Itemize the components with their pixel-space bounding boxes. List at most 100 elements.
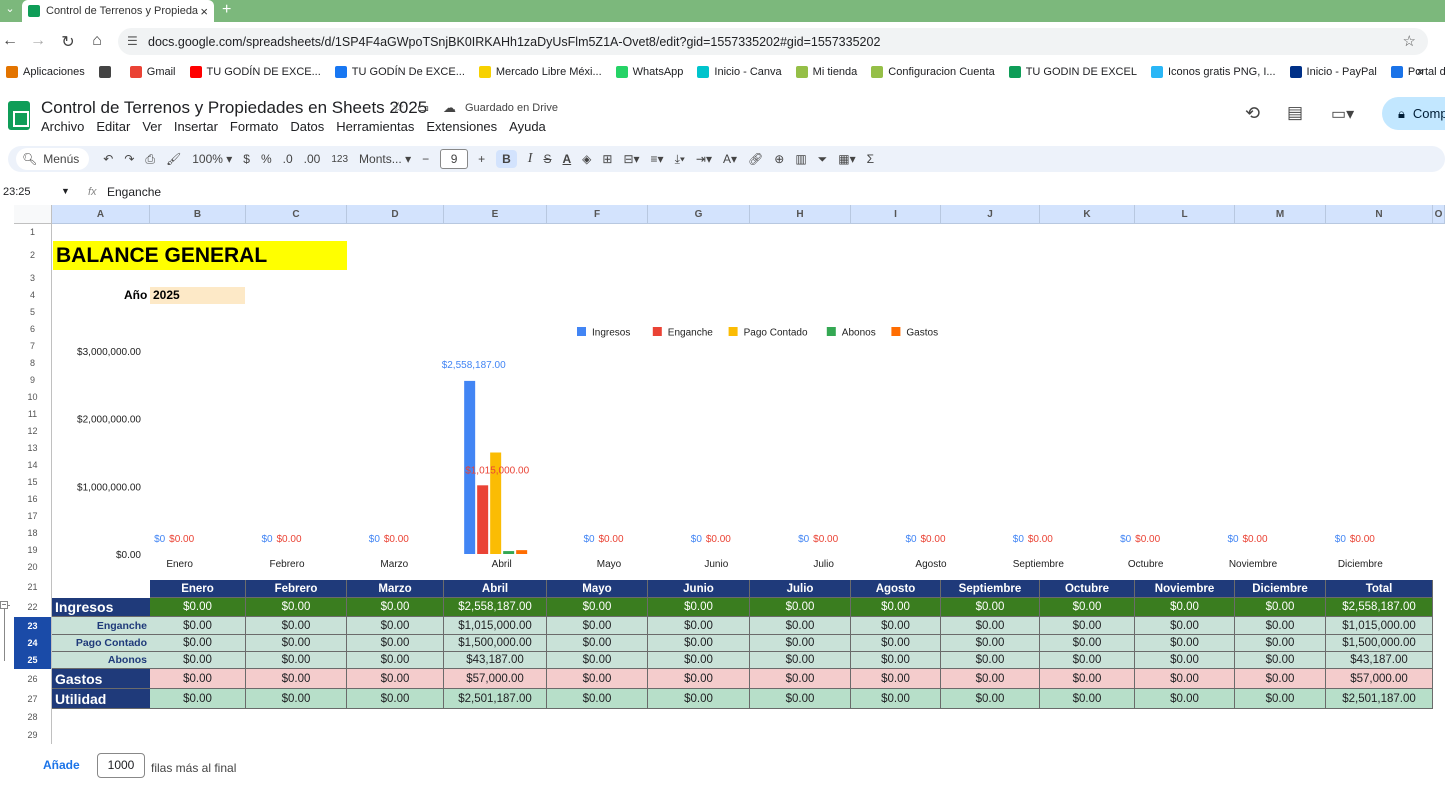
- decrease-font-size-icon[interactable]: −: [422, 152, 429, 166]
- column-header-h[interactable]: H: [750, 205, 851, 224]
- table-cell[interactable]: $1,500,000.00: [444, 635, 547, 652]
- table-cell[interactable]: $0.00: [1235, 617, 1326, 635]
- text-rotation-icon[interactable]: A▾: [723, 152, 737, 166]
- table-cell[interactable]: $0.00: [941, 635, 1040, 652]
- table-cell[interactable]: $0.00: [246, 617, 347, 635]
- percent-format-button[interactable]: %: [261, 152, 272, 166]
- row-header-20[interactable]: 20: [14, 559, 52, 576]
- table-header[interactable]: Abril: [444, 580, 547, 598]
- functions-icon[interactable]: Σ: [867, 152, 874, 166]
- print-icon[interactable]: ⎙: [145, 152, 155, 167]
- column-header-b[interactable]: B: [150, 205, 246, 224]
- table-cell[interactable]: $0.00: [347, 635, 444, 652]
- table-cell[interactable]: $0.00: [1040, 598, 1135, 617]
- column-header-m[interactable]: M: [1235, 205, 1326, 224]
- table-cell[interactable]: $0.00: [150, 617, 246, 635]
- increase-font-size-icon[interactable]: +: [478, 152, 485, 166]
- table-cell[interactable]: $0.00: [150, 598, 246, 617]
- column-header-f[interactable]: F: [547, 205, 648, 224]
- row-header-27[interactable]: 27: [14, 689, 52, 709]
- table-cell[interactable]: $0.00: [851, 652, 941, 669]
- menus-search[interactable]: 🔍︎ Menús: [16, 148, 90, 170]
- table-cell[interactable]: $43,187.00: [444, 652, 547, 669]
- table-cell[interactable]: $0.00: [246, 635, 347, 652]
- table-cell[interactable]: $0.00: [851, 598, 941, 617]
- row-header-26[interactable]: 26: [14, 669, 52, 689]
- table-cell[interactable]: $2,501,187.00: [444, 689, 547, 709]
- table-cell[interactable]: $0.00: [547, 635, 648, 652]
- table-cell[interactable]: $2,501,187.00: [1326, 689, 1433, 709]
- bookmarks-more-icon[interactable]: »: [1417, 64, 1424, 78]
- table-cell[interactable]: $0.00: [1040, 652, 1135, 669]
- table-header[interactable]: Septiembre: [941, 580, 1040, 598]
- table-cell[interactable]: $0.00: [1040, 689, 1135, 709]
- row-header-1[interactable]: 1: [14, 224, 52, 241]
- column-header-c[interactable]: C: [246, 205, 347, 224]
- table-cell[interactable]: $0.00: [1135, 652, 1235, 669]
- bookmark-star-icon[interactable]: ☆: [1403, 32, 1416, 50]
- bookmark-item[interactable]: WhatsApp: [615, 66, 683, 78]
- table-cell[interactable]: $0.00: [1135, 635, 1235, 652]
- row-header-4[interactable]: 4: [14, 287, 52, 304]
- table-cell[interactable]: $0.00: [750, 669, 851, 689]
- table-cell[interactable]: $0.00: [851, 617, 941, 635]
- increase-decimal-button[interactable]: .00: [304, 152, 321, 166]
- formula-input[interactable]: Enganche: [107, 185, 161, 199]
- table-cell[interactable]: $0.00: [246, 669, 347, 689]
- column-header-k[interactable]: K: [1040, 205, 1135, 224]
- vertical-align-icon[interactable]: ⤓▾: [675, 152, 685, 167]
- comments-icon[interactable]: ▤: [1287, 103, 1303, 123]
- row-header-7[interactable]: 7: [14, 338, 52, 355]
- filter-icon[interactable]: ⏷: [818, 152, 828, 167]
- table-cell[interactable]: $0.00: [1235, 652, 1326, 669]
- table-cell[interactable]: $0.00: [347, 598, 444, 617]
- menu-ayuda[interactable]: Ayuda: [509, 119, 546, 134]
- table-cell[interactable]: $0.00: [750, 652, 851, 669]
- row-header-14[interactable]: 14: [14, 457, 52, 474]
- version-history-icon[interactable]: ⟲: [1245, 103, 1260, 124]
- row-header-6[interactable]: 6: [14, 321, 52, 338]
- row-header-13[interactable]: 13: [14, 440, 52, 457]
- table-cell[interactable]: $0.00: [648, 652, 750, 669]
- table-cell[interactable]: $0.00: [750, 598, 851, 617]
- add-rows-button[interactable]: Añade: [43, 758, 80, 772]
- table-cell[interactable]: $0.00: [547, 598, 648, 617]
- bookmark-item[interactable]: TU GODIN DE EXCEL: [1008, 66, 1137, 78]
- row-label[interactable]: Utilidad: [52, 689, 150, 709]
- font-size-input[interactable]: 9: [440, 149, 469, 169]
- bookmark-item[interactable]: Inicio - PayPal: [1289, 66, 1377, 78]
- table-cell[interactable]: $0.00: [547, 669, 648, 689]
- collapse-group-icon[interactable]: −: [0, 601, 8, 609]
- table-cell[interactable]: $0.00: [750, 617, 851, 635]
- bookmark-item[interactable]: Gmail: [129, 66, 176, 78]
- balance-chart[interactable]: $0.00 $1,000,000.00 $2,000,000.00 $3,000,00…: [53, 318, 1438, 576]
- table-cell[interactable]: $1,015,000.00: [444, 617, 547, 635]
- row-header-9[interactable]: 9: [14, 372, 52, 389]
- table-cell[interactable]: $0.00: [1040, 617, 1135, 635]
- table-cell[interactable]: $0.00: [941, 617, 1040, 635]
- borders-icon[interactable]: ⊞: [602, 152, 612, 166]
- row-header-10[interactable]: 10: [14, 389, 52, 406]
- column-header-l[interactable]: L: [1135, 205, 1235, 224]
- table-cell[interactable]: $0.00: [1040, 635, 1135, 652]
- row-header-18[interactable]: 18: [14, 525, 52, 542]
- table-cell[interactable]: $0.00: [1235, 669, 1326, 689]
- table-cell[interactable]: $0.00: [547, 689, 648, 709]
- sheets-logo-icon[interactable]: [8, 101, 30, 130]
- bookmark-item[interactable]: Iconos gratis PNG, I...: [1150, 66, 1276, 78]
- column-header-e[interactable]: E: [444, 205, 547, 224]
- row-label[interactable]: Ingresos: [52, 598, 150, 617]
- table-header[interactable]: Total: [1326, 580, 1433, 598]
- row-header-25[interactable]: 25: [14, 652, 52, 669]
- row-header-28[interactable]: 28: [14, 709, 52, 726]
- insert-chart-icon[interactable]: ▥: [795, 152, 806, 166]
- decrease-decimal-button[interactable]: .0: [283, 152, 293, 166]
- table-cell[interactable]: $0.00: [246, 652, 347, 669]
- bookmark-item[interactable]: TU GODÍN DE EXCE...: [189, 66, 321, 78]
- close-tab-icon[interactable]: ×: [200, 4, 208, 19]
- table-cell[interactable]: $0.00: [547, 652, 648, 669]
- table-cell[interactable]: $0.00: [851, 669, 941, 689]
- table-cell[interactable]: $0.00: [150, 689, 246, 709]
- filter-views-icon[interactable]: ▦▾: [838, 152, 855, 166]
- table-cell[interactable]: $57,000.00: [444, 669, 547, 689]
